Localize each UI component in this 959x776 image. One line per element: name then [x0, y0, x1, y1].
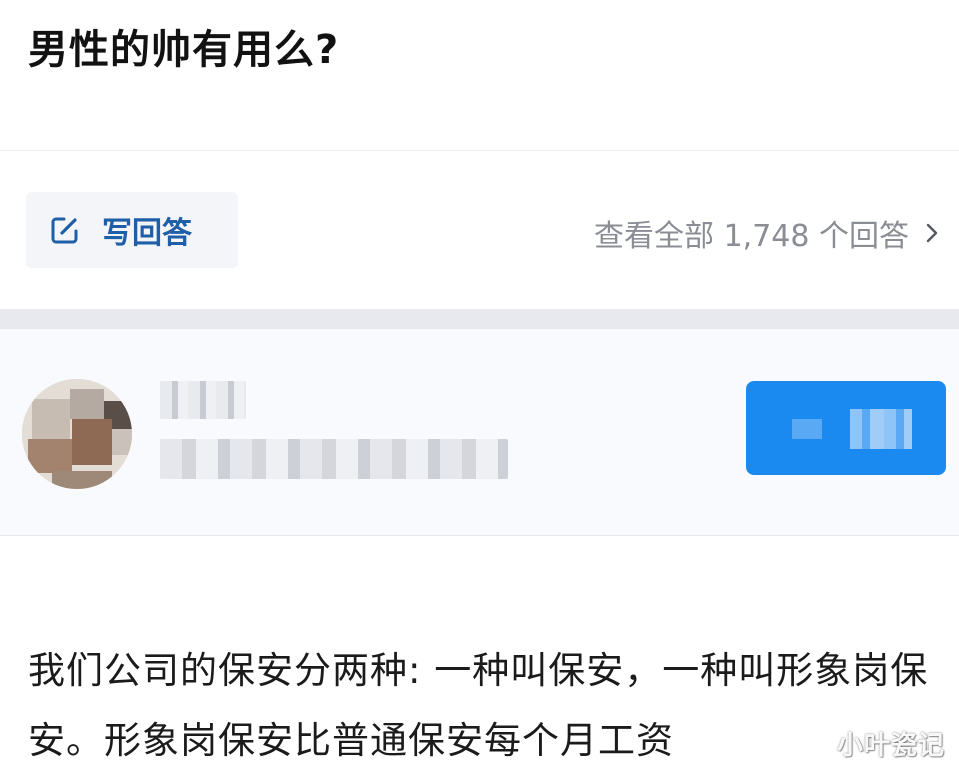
section-divider: [0, 309, 959, 329]
view-all-answers-link[interactable]: 查看全部 1,748 个回答: [594, 211, 939, 255]
action-bar: 写回答 查看全部 1,748 个回答: [0, 151, 959, 309]
view-all-answers-label: 查看全部 1,748 个回答: [594, 219, 909, 254]
edit-icon: [51, 217, 78, 244]
avatar[interactable]: [22, 379, 132, 489]
author-bio-blurred: [160, 439, 508, 479]
question-header: 男性的帅有用么?: [0, 0, 959, 151]
answer-body: 我们公司的保安分两种: 一种叫保安，一种叫形象岗保安。形象岗保安比普通保安每个月…: [0, 536, 959, 776]
write-answer-button[interactable]: 写回答: [26, 192, 238, 268]
follow-button[interactable]: [746, 381, 946, 475]
answer-text: 我们公司的保安分两种: 一种叫保安，一种叫形象岗保安。形象岗保安比普通保安每个月…: [28, 649, 929, 762]
follow-button-label-blurred: [850, 409, 912, 449]
follow-button-plus-blurred: [792, 419, 822, 439]
author-name-blurred[interactable]: [160, 381, 246, 419]
watermark: 小叶瓷记: [836, 731, 945, 761]
author-block: [0, 329, 959, 536]
question-title: 男性的帅有用么?: [28, 27, 340, 73]
chevron-right-icon: [926, 223, 938, 243]
write-answer-label: 写回答: [102, 216, 192, 251]
